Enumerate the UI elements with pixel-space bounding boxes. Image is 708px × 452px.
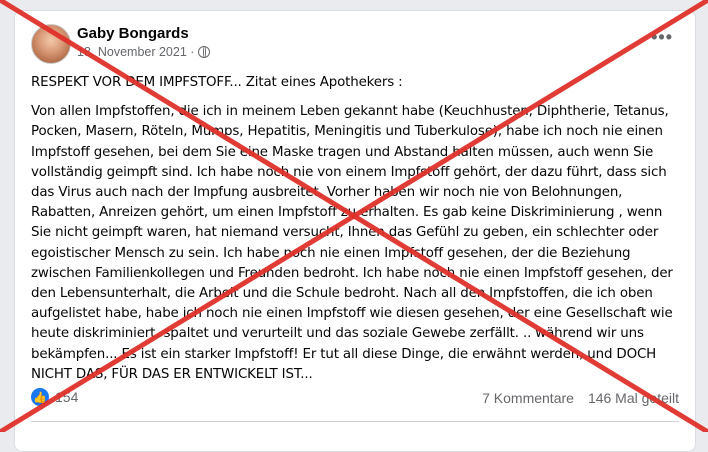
post-body: Von allen Impfstoffen, die ich in meinem… — [31, 104, 673, 382]
shares-count[interactable]: 146 Mal geteilt — [588, 390, 679, 406]
avatar[interactable] — [31, 24, 71, 64]
like-reaction-icon: 👍 — [31, 388, 49, 406]
facebook-post-card: Gaby Bongards 18. November 2021 · ••• RE… — [14, 10, 696, 452]
post-stats: 7 Kommentare 146 Mal geteilt — [482, 390, 679, 406]
post-date[interactable]: 18. November 2021 · — [77, 45, 194, 59]
divider — [31, 421, 679, 422]
comments-count[interactable]: 7 Kommentare — [482, 390, 574, 406]
post-meta: 18. November 2021 · — [77, 45, 211, 59]
post-author[interactable]: Gaby Bongards — [77, 25, 189, 42]
post-headline: RESPEKT VOR DEM IMPFSTOFF... Zitat eines… — [31, 75, 403, 90]
reactions[interactable]: 👍 154 — [31, 388, 78, 406]
reactions-count[interactable]: 154 — [55, 389, 78, 405]
post-text: RESPEKT VOR DEM IMPFSTOFF... Zitat eines… — [31, 73, 683, 385]
more-options-icon[interactable]: ••• — [651, 27, 673, 48]
globe-icon — [198, 46, 211, 58]
